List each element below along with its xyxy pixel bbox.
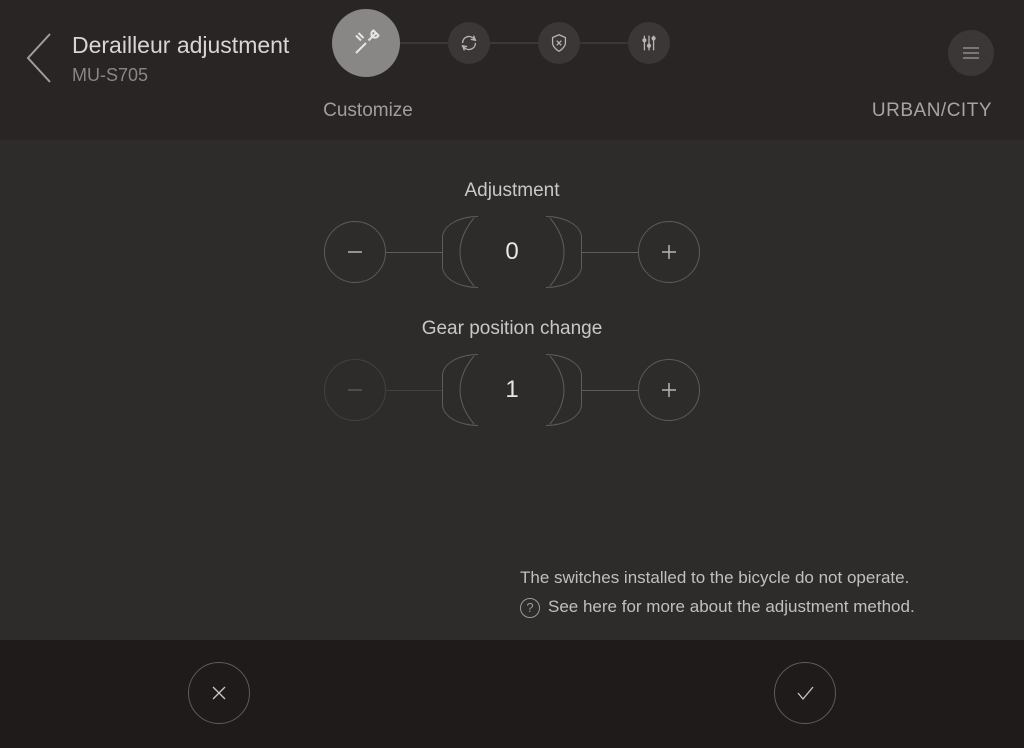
step-connector (580, 42, 628, 44)
check-icon (793, 681, 817, 705)
tools-icon (351, 28, 381, 58)
minus-icon (343, 378, 367, 402)
gear-position-control: Gear position change 1 (292, 318, 732, 426)
adjustment-row: 0 (292, 216, 732, 288)
plus-icon (657, 240, 681, 264)
info-text-1: The switches installed to the bicycle do… (520, 564, 909, 593)
menu-icon (961, 45, 981, 61)
sync-icon (458, 32, 480, 54)
info-line-1: The switches installed to the bicycle do… (520, 564, 1000, 593)
connector-line (386, 252, 442, 253)
page-subtitle: MU-S705 (72, 65, 289, 86)
menu-button[interactable] (948, 30, 994, 76)
adjustment-value-display: 0 (442, 216, 582, 288)
shield-x-icon (548, 32, 570, 54)
main-area: Adjustment 0 Gear position change (0, 140, 1024, 640)
info-block: The switches installed to the bicycle do… (520, 564, 1000, 622)
gear-label: Gear position change (292, 318, 732, 340)
connector-line (386, 390, 442, 391)
header: Derailleur adjustment MU-S705 (0, 0, 1024, 140)
header-titles: Derailleur adjustment MU-S705 (72, 32, 289, 86)
step-connector (400, 42, 448, 44)
adjustment-value: 0 (505, 238, 518, 266)
mode-label: URBAN/CITY (872, 100, 992, 122)
gear-row: 1 (292, 354, 732, 426)
cancel-button[interactable] (188, 662, 250, 724)
help-link[interactable]: ? See here for more about the adjustment… (520, 593, 1000, 622)
minus-icon (343, 240, 367, 264)
confirm-button[interactable] (774, 662, 836, 724)
step-protect[interactable] (538, 22, 580, 64)
close-icon (207, 681, 231, 705)
step-label-customize: Customize (318, 100, 418, 122)
adjustment-label: Adjustment (292, 180, 732, 202)
footer (0, 640, 1024, 748)
page-title: Derailleur adjustment (72, 32, 289, 59)
connector-line (582, 252, 638, 253)
gear-minus-button[interactable] (324, 359, 386, 421)
adjustment-minus-button[interactable] (324, 221, 386, 283)
info-text-2: See here for more about the adjustment m… (548, 593, 915, 622)
help-icon: ? (520, 598, 540, 618)
gear-value-display: 1 (442, 354, 582, 426)
step-customize[interactable] (332, 9, 400, 77)
gear-value: 1 (505, 376, 518, 404)
step-indicator (332, 22, 670, 64)
gear-plus-button[interactable] (638, 359, 700, 421)
chevron-left-icon (20, 28, 60, 88)
adjustment-control: Adjustment 0 (292, 180, 732, 288)
step-connector (490, 42, 538, 44)
back-button[interactable] (20, 28, 60, 88)
adjustment-plus-button[interactable] (638, 221, 700, 283)
plus-icon (657, 378, 681, 402)
step-tune[interactable] (628, 22, 670, 64)
connector-line (582, 390, 638, 391)
step-sync[interactable] (448, 22, 490, 64)
sliders-icon (638, 32, 660, 54)
